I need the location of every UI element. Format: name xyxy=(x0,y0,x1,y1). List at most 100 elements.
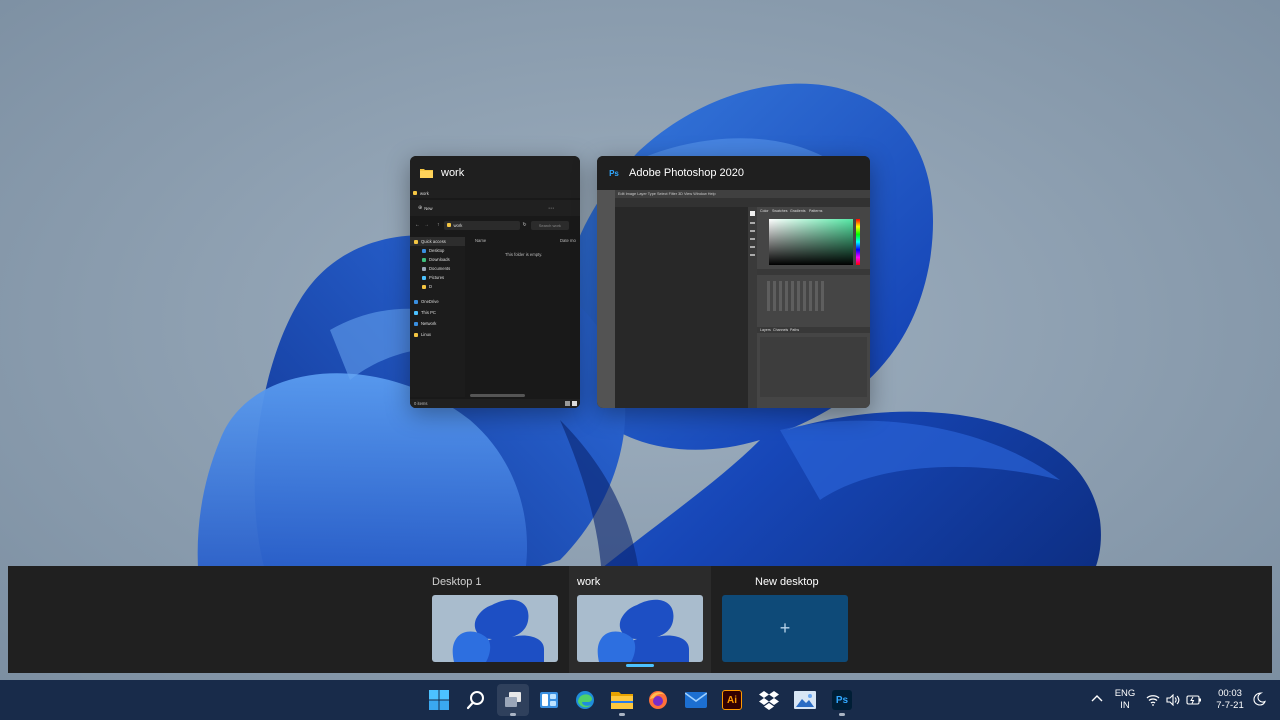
refresh-icon[interactable]: ↻ xyxy=(523,222,527,228)
breadcrumb-text: work xyxy=(420,191,429,196)
empty-folder-message: This folder is empty. xyxy=(505,252,543,257)
nav-item-label: Downloads xyxy=(429,257,450,262)
new-button[interactable]: New xyxy=(424,206,432,211)
file-explorer-icon xyxy=(611,692,633,709)
task-view-button[interactable] xyxy=(497,684,529,716)
explorer-navigation-pane: Quick access Desktop Downloads Documents Pic… xyxy=(410,237,465,397)
start-button[interactable] xyxy=(423,684,455,716)
nav-item-linux[interactable]: Linux xyxy=(410,330,465,339)
nav-item-documents[interactable]: Documents xyxy=(410,264,465,273)
nav-item-icon xyxy=(414,321,418,326)
forward-arrow-icon[interactable]: → xyxy=(424,222,429,228)
desktop-label: Desktop 1 xyxy=(432,576,482,588)
clock[interactable]: 00:03 7-7-21 xyxy=(1210,688,1250,714)
panel-tab-channels[interactable]: Channels xyxy=(773,328,788,332)
edge-button[interactable] xyxy=(569,684,601,716)
new-desktop[interactable]: New desktop + xyxy=(722,566,852,673)
photos-icon xyxy=(794,691,816,709)
panel-tab-layers[interactable]: Layers xyxy=(760,328,771,332)
nav-item-network[interactable]: Network xyxy=(410,319,465,328)
nav-item-label: Desktop xyxy=(429,248,445,253)
desktop-1[interactable]: Desktop 1 xyxy=(432,566,562,673)
quick-settings-button[interactable] xyxy=(1146,691,1206,709)
running-indicator xyxy=(839,713,845,716)
explorer-window-title: work xyxy=(441,167,465,179)
panel-tab-swatches[interactable]: Swatches xyxy=(772,209,788,213)
running-indicator xyxy=(619,713,625,716)
battery-icon xyxy=(1186,695,1201,705)
explorer-address-row: ← → ↑ work ↻ Search work xyxy=(410,218,580,232)
up-arrow-icon[interactable]: ↑ xyxy=(437,222,440,228)
new-desktop-button[interactable]: + xyxy=(722,595,848,662)
desktop-thumbnail[interactable] xyxy=(577,595,703,662)
tool-icon[interactable] xyxy=(750,246,755,248)
nav-item-pictures[interactable]: Pictures xyxy=(410,273,465,282)
photoshop-workspace[interactable] xyxy=(615,207,748,408)
desktop-thumbnail[interactable] xyxy=(432,595,558,662)
dropbox-button[interactable] xyxy=(753,684,785,716)
wallpaper-thumbnail xyxy=(432,595,558,662)
nav-item-downloads[interactable]: Downloads xyxy=(410,255,465,264)
dropbox-icon xyxy=(759,691,779,710)
nav-item-icon xyxy=(422,248,426,253)
illustrator-button[interactable]: Ai xyxy=(716,684,748,716)
panel-divider xyxy=(757,269,870,275)
search-icon xyxy=(466,691,484,710)
explorer-command-bar: ⊕ New ⋯ xyxy=(410,200,580,216)
firefox-button[interactable] xyxy=(642,684,674,716)
active-desktop-indicator xyxy=(626,664,654,667)
panel-tab-gradients[interactable]: Gradients xyxy=(790,209,806,213)
explorer-titlebar: work xyxy=(410,156,580,190)
language-indicator[interactable]: ENG IN xyxy=(1108,688,1142,714)
nav-item-this-pc[interactable]: This PC xyxy=(410,308,465,317)
photoshop-window-thumbnail[interactable]: Ps Adobe Photoshop 2020 Edit Image Layer… xyxy=(597,156,870,408)
folder-icon xyxy=(413,191,417,195)
task-view-icon xyxy=(505,692,521,707)
nav-item-icon xyxy=(422,266,426,271)
color-swatch-icon[interactable] xyxy=(750,211,755,216)
layers-list[interactable] xyxy=(760,337,867,397)
hue-slider[interactable] xyxy=(856,219,860,265)
back-arrow-icon[interactable]: ← xyxy=(415,222,420,228)
language-code: ENG xyxy=(1114,688,1136,699)
panel-tab-paths[interactable]: Paths xyxy=(790,328,799,332)
tool-icon[interactable] xyxy=(750,254,755,256)
horizontal-scrollbar[interactable] xyxy=(470,394,525,397)
show-hidden-icons-button[interactable] xyxy=(1090,692,1106,708)
nav-item-d[interactable]: D xyxy=(410,282,465,291)
photoshop-titlebar: Ps Adobe Photoshop 2020 xyxy=(597,156,870,190)
photoshop-menubar[interactable]: Edit Image Layer Type Select Filter 3D V… xyxy=(615,190,870,198)
tool-icon[interactable] xyxy=(750,222,755,224)
folder-icon xyxy=(446,223,451,227)
more-options-icon[interactable]: ⋯ xyxy=(548,205,554,212)
address-bar[interactable]: work xyxy=(443,220,520,230)
column-name-header[interactable]: Name xyxy=(475,238,486,243)
explorer-window-thumbnail[interactable]: work work ⊕ New ⋯ ← → ↑ work ↻ Search wo… xyxy=(410,156,580,408)
photoshop-taskbar-button[interactable]: Ps xyxy=(826,684,858,716)
nav-item-icon xyxy=(422,284,426,289)
nav-item-quick-access[interactable]: Quick access xyxy=(410,237,465,246)
nav-item-icon xyxy=(414,310,418,315)
nav-item-onedrive[interactable]: OneDrive xyxy=(410,297,465,306)
tiles-view-icon[interactable] xyxy=(572,401,577,406)
search-button[interactable] xyxy=(460,684,492,716)
desktop-work[interactable]: work xyxy=(577,566,707,673)
column-date-header[interactable]: Date mo xyxy=(560,238,576,243)
photoshop-toolbar[interactable] xyxy=(748,207,757,408)
search-input[interactable]: Search work xyxy=(530,220,569,230)
focus-assist-button[interactable] xyxy=(1252,692,1266,706)
tool-icon[interactable] xyxy=(750,230,755,232)
details-view-icon[interactable] xyxy=(565,401,570,406)
file-explorer-button[interactable] xyxy=(606,684,638,716)
illustrator-icon: Ai xyxy=(722,690,742,710)
widgets-button[interactable] xyxy=(533,684,565,716)
mail-button[interactable] xyxy=(680,684,712,716)
photoshop-app-icon: Ps xyxy=(609,168,619,178)
photos-button[interactable] xyxy=(789,684,821,716)
panel-tab-color[interactable]: Color xyxy=(760,209,769,213)
panel-tab-patterns[interactable]: Patterns xyxy=(809,209,822,213)
nav-item-desktop[interactable]: Desktop xyxy=(410,246,465,255)
photoshop-options-bar xyxy=(615,198,870,207)
tool-icon[interactable] xyxy=(750,238,755,240)
color-picker-field[interactable] xyxy=(769,219,853,265)
